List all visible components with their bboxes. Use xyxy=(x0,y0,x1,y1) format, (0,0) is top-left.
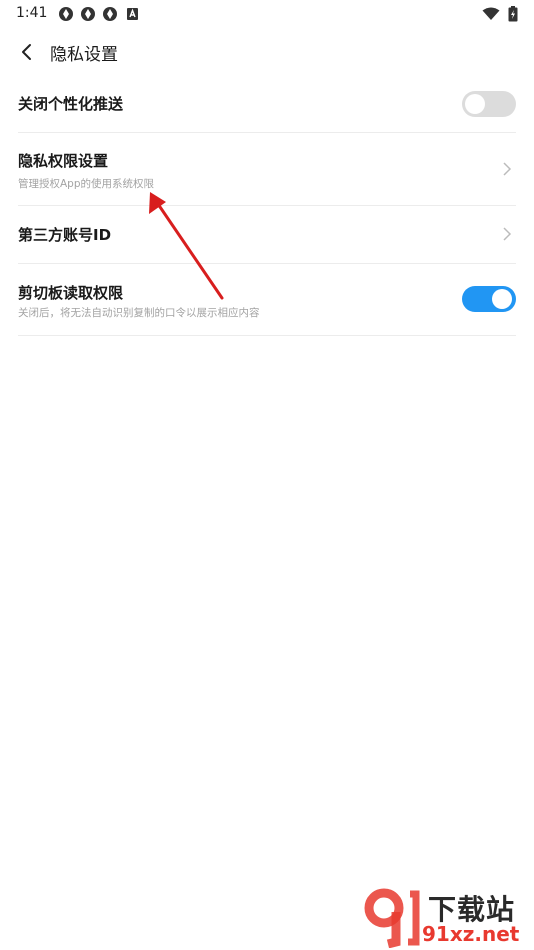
setting-title: 关闭个性化推送 xyxy=(18,95,124,113)
back-button[interactable] xyxy=(12,38,40,66)
app-header: 隐私设置 xyxy=(0,30,534,74)
setting-personalized-push[interactable]: 关闭个性化推送 xyxy=(18,76,516,133)
sync-icon xyxy=(81,7,95,21)
chevron-right-icon xyxy=(503,162,512,176)
sync-icon xyxy=(59,7,73,21)
app-badge-icon xyxy=(127,8,138,20)
setting-title: 隐私权限设置 xyxy=(18,152,109,170)
status-notification-icons xyxy=(58,6,140,22)
setting-third-party-account[interactable]: 第三方账号ID xyxy=(18,206,516,264)
chevron-left-icon xyxy=(22,44,31,60)
toggle-knob xyxy=(492,289,512,309)
setting-title: 剪切板读取权限 xyxy=(18,284,124,302)
settings-list: 关闭个性化推送 隐私权限设置 管理授权App的使用系统权限 第三方账号ID 剪切… xyxy=(18,76,516,336)
clipboard-toggle[interactable] xyxy=(462,286,516,312)
status-system-icons xyxy=(482,6,518,22)
battery-charging-icon xyxy=(508,6,518,22)
chevron-right-icon xyxy=(503,227,512,241)
watermark: 下载站 91xz.net xyxy=(360,886,530,948)
watermark-url: 91xz.net xyxy=(422,922,520,946)
status-bar: 1:41 xyxy=(0,0,534,28)
setting-privacy-permissions[interactable]: 隐私权限设置 管理授权App的使用系统权限 xyxy=(18,133,516,206)
watermark-logo xyxy=(364,888,420,948)
status-time: 1:41 xyxy=(16,5,48,21)
toggle-knob xyxy=(465,94,485,114)
sync-icon xyxy=(103,7,117,21)
setting-title: 第三方账号ID xyxy=(18,226,112,244)
setting-subtitle: 管理授权App的使用系统权限 xyxy=(18,178,155,190)
setting-clipboard[interactable]: 剪切板读取权限 关闭后，将无法自动识别复制的口令以展示相应内容 xyxy=(18,264,516,336)
setting-subtitle: 关闭后，将无法自动识别复制的口令以展示相应内容 xyxy=(18,307,260,319)
wifi-icon xyxy=(482,7,500,20)
personalized-push-toggle[interactable] xyxy=(462,91,516,117)
page-title: 隐私设置 xyxy=(50,45,118,65)
